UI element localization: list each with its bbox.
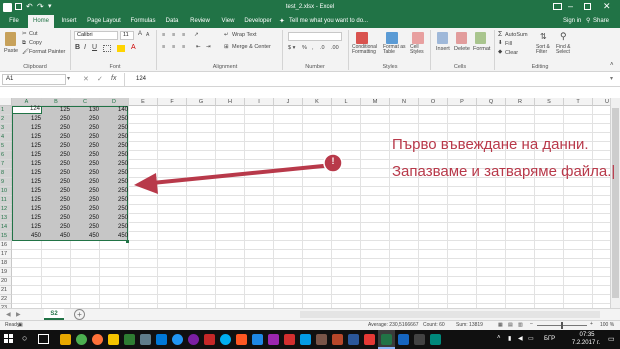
store-icon[interactable]	[156, 334, 167, 345]
firefox-icon[interactable]	[92, 334, 103, 345]
status-count: Count: 60	[423, 322, 445, 328]
status-bar: Ready ▣ Average: 230,5166667 Count: 60 S…	[0, 320, 620, 330]
page-layout-view-icon[interactable]: ▤	[508, 322, 513, 328]
macro-recording-icon[interactable]: ▣	[18, 322, 23, 328]
normal-view-icon[interactable]: ▦	[498, 322, 503, 328]
app-icon-7[interactable]	[414, 334, 425, 345]
app-icon-3[interactable]	[284, 334, 295, 345]
app-icon-8[interactable]	[430, 334, 441, 345]
network-icon[interactable]: ▮	[508, 335, 511, 342]
scroll-sheets-left-icon[interactable]: ◀	[6, 311, 11, 318]
zoom-out-icon[interactable]: –	[530, 321, 533, 327]
search-icon[interactable]: ○	[22, 333, 27, 343]
annotation-badge-label: !	[331, 156, 335, 166]
page-break-view-icon[interactable]: ▥	[518, 322, 523, 328]
chrome-icon[interactable]	[76, 334, 87, 345]
notifications-icon[interactable]: ▭	[608, 335, 615, 343]
app-icon-2[interactable]	[268, 334, 279, 345]
tray-chevron-icon[interactable]: ˄	[497, 335, 501, 341]
taskbar-time[interactable]: 07:35	[572, 332, 602, 338]
app-icon-5[interactable]	[316, 334, 327, 345]
sheet-tab-s2[interactable]: S2	[44, 309, 64, 320]
battery-icon[interactable]: ▭	[528, 335, 534, 342]
excel-taskbar-icon[interactable]	[381, 334, 392, 345]
folder-icon[interactable]	[108, 334, 119, 345]
input-language[interactable]: БГР	[544, 336, 555, 342]
skype-icon[interactable]	[220, 334, 231, 345]
app-icon-4[interactable]	[300, 334, 311, 345]
terminal-icon[interactable]	[124, 334, 135, 345]
media-app-icon[interactable]	[204, 334, 215, 345]
file-explorer-icon[interactable]	[60, 334, 71, 345]
app-icon-6[interactable]	[398, 334, 409, 345]
windows-taskbar: ○ ˄ ▮ ◀ ▭ БГР 07:35 7.2.2017 г. ▭	[0, 330, 620, 349]
annotation-text-line1: Първо въвеждане на данни.	[392, 136, 589, 153]
taskbar-date[interactable]: 7.2.2017 г.	[565, 340, 607, 346]
status-average: Average: 230,5166667	[368, 322, 419, 328]
annotation-arrow-line	[151, 163, 334, 185]
vlc-icon[interactable]	[236, 334, 247, 345]
windows-start-icon[interactable]	[4, 334, 14, 344]
annotation-arrowhead	[134, 173, 158, 194]
volume-icon[interactable]: ◀	[518, 335, 523, 342]
app-icon-1[interactable]	[252, 334, 263, 345]
edge-icon[interactable]	[172, 334, 183, 345]
viber-icon[interactable]	[188, 334, 199, 345]
add-sheet-button[interactable]: +	[74, 309, 85, 320]
settings-app-icon[interactable]	[140, 334, 151, 345]
zoom-slider-thumb[interactable]	[561, 322, 563, 329]
annotation-text-line2: Запазваме и затваряме файла.|	[392, 163, 616, 180]
horizontal-scrollbar[interactable]	[300, 311, 600, 318]
word-icon[interactable]	[348, 334, 359, 345]
zoom-in-icon[interactable]: +	[590, 321, 593, 327]
powerpoint-icon[interactable]	[332, 334, 343, 345]
acrobat-icon[interactable]	[364, 334, 375, 345]
sheet-tabs-bar: ◀ ▶ S2 +	[0, 308, 620, 320]
status-sum: Sum: 13819	[456, 322, 483, 328]
scroll-sheets-right-icon[interactable]: ▶	[16, 311, 21, 318]
zoom-level[interactable]: 100 %	[600, 322, 614, 328]
task-view-icon[interactable]	[38, 334, 49, 344]
